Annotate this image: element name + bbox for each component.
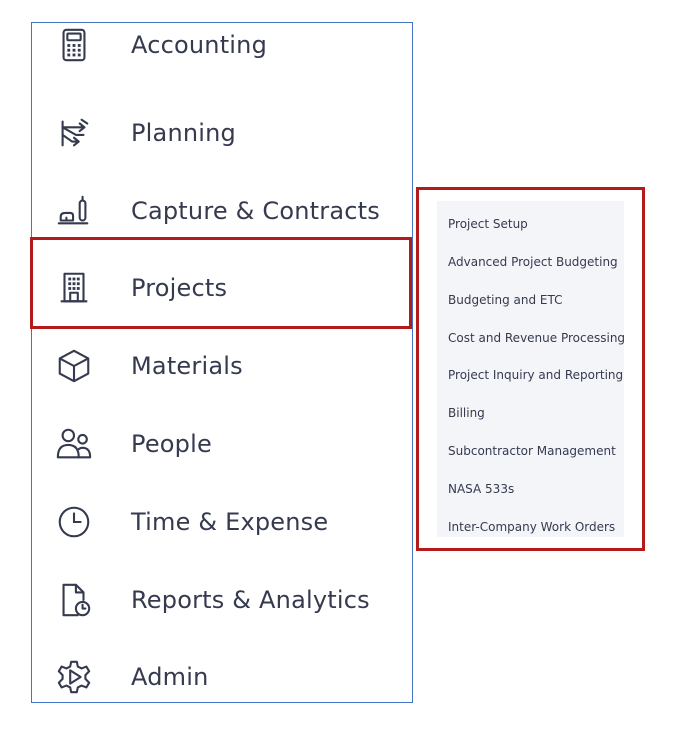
gear-icon xyxy=(54,657,94,697)
projects-submenu-highlight: Project Setup Advanced Project Budgeting… xyxy=(416,187,645,551)
sidebar-item-projects[interactable]: Projects xyxy=(32,258,412,318)
people-icon xyxy=(54,424,94,464)
projects-submenu: Project Setup Advanced Project Budgeting… xyxy=(437,201,625,537)
submenu-item-budgeting-etc[interactable]: Budgeting and ETC xyxy=(448,293,563,307)
submenu-item-project-inquiry-reporting[interactable]: Project Inquiry and Reporting xyxy=(448,368,623,382)
sidebar-item-label: Reports & Analytics xyxy=(131,586,370,614)
submenu-item-billing[interactable]: Billing xyxy=(448,406,485,420)
building-icon xyxy=(54,268,94,308)
capture-contracts-icon xyxy=(54,191,94,231)
report-clock-icon xyxy=(54,580,94,620)
sidebar-item-label: Time & Expense xyxy=(131,508,329,536)
sidebar-item-label: Accounting xyxy=(131,31,268,59)
submenu-item-advanced-project-budgeting[interactable]: Advanced Project Budgeting xyxy=(448,255,618,269)
submenu-item-subcontractor-management[interactable]: Subcontractor Management xyxy=(448,444,616,458)
submenu-item-project-setup[interactable]: Project Setup xyxy=(448,217,528,231)
sidebar-item-people[interactable]: People xyxy=(32,414,412,474)
sidebar-item-planning[interactable]: Planning xyxy=(32,103,412,163)
sidebar-item-label: Materials xyxy=(131,352,243,380)
calculator-icon xyxy=(54,25,94,65)
sidebar-item-label: Planning xyxy=(131,119,236,147)
sidebar-item-label: Capture & Contracts xyxy=(131,197,380,225)
clock-icon xyxy=(54,502,94,542)
submenu-item-nasa-533s[interactable]: NASA 533s xyxy=(448,482,514,496)
sidebar-nav: Accounting Planning Capture & Contracts xyxy=(31,22,413,703)
cube-icon xyxy=(54,346,94,386)
sidebar-item-accounting[interactable]: Accounting xyxy=(32,15,412,75)
sidebar-item-reports-analytics[interactable]: Reports & Analytics xyxy=(32,570,412,630)
sidebar-item-label: People xyxy=(131,430,212,458)
sidebar-item-time-expense[interactable]: Time & Expense xyxy=(32,492,412,552)
sidebar-item-label: Admin xyxy=(131,663,209,691)
planning-arrows-icon xyxy=(54,113,94,153)
sidebar-item-label: Projects xyxy=(131,274,228,302)
sidebar-item-capture-contracts[interactable]: Capture & Contracts xyxy=(32,181,412,241)
submenu-item-cost-revenue-processing[interactable]: Cost and Revenue Processing xyxy=(448,331,625,345)
sidebar-item-admin[interactable]: Admin xyxy=(32,647,412,707)
sidebar-item-materials[interactable]: Materials xyxy=(32,336,412,396)
submenu-item-inter-company-work-orders[interactable]: Inter-Company Work Orders xyxy=(448,520,615,534)
